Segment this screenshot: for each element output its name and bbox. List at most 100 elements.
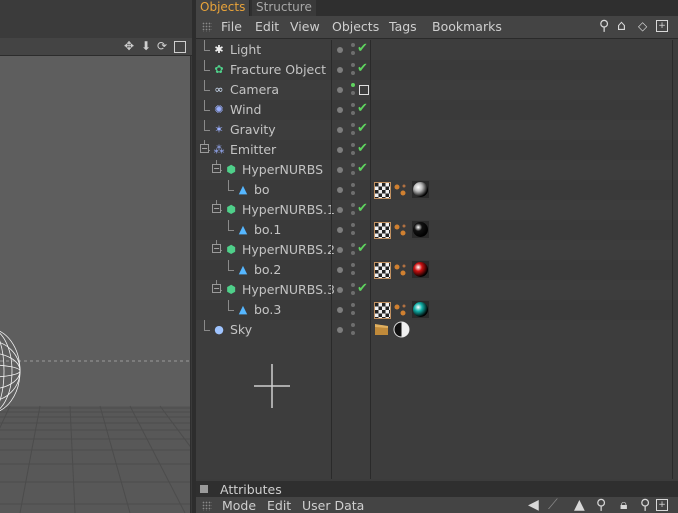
tree-row[interactable]: ∞ Camera bbox=[196, 80, 678, 100]
visibility-dot-icon[interactable] bbox=[351, 91, 355, 95]
layer-dot-icon[interactable] bbox=[337, 327, 343, 333]
object-name[interactable]: Sky bbox=[230, 322, 252, 337]
visibility-dot-icon[interactable] bbox=[351, 283, 355, 287]
new-window-icon[interactable]: + bbox=[656, 499, 668, 511]
search-icon[interactable]: ⚲ bbox=[599, 18, 609, 34]
visibility-dot-icon[interactable] bbox=[351, 223, 355, 227]
object-name[interactable]: bo.2 bbox=[254, 262, 281, 277]
enabled-check-icon[interactable]: ✔ bbox=[357, 41, 368, 56]
layer-dot-icon[interactable] bbox=[337, 307, 343, 313]
layer-dot-icon[interactable] bbox=[337, 227, 343, 233]
new-window-icon[interactable]: + bbox=[656, 20, 668, 32]
tree-row[interactable]: ✱ Light ✔ bbox=[196, 40, 678, 60]
visibility-dot-icon[interactable] bbox=[351, 323, 355, 327]
maximize-icon[interactable] bbox=[174, 41, 186, 53]
collapse-icon[interactable]: − bbox=[212, 204, 221, 213]
object-name[interactable]: Fracture Object bbox=[230, 62, 326, 77]
pin-icon[interactable]: ⚲ bbox=[640, 497, 650, 513]
visibility-dot-icon[interactable] bbox=[351, 43, 355, 47]
object-name[interactable]: HyperNURBS bbox=[242, 162, 323, 177]
material-tag-icon[interactable] bbox=[412, 301, 429, 318]
texture-tag-icon[interactable] bbox=[374, 262, 391, 279]
layer-dot-icon[interactable] bbox=[337, 247, 343, 253]
texture-tag-icon[interactable] bbox=[374, 302, 391, 319]
menu-edit[interactable]: Edit bbox=[255, 19, 279, 34]
layer-dot-icon[interactable] bbox=[337, 287, 343, 293]
object-name[interactable]: HyperNURBS.2 bbox=[242, 242, 335, 257]
up-arrow-icon[interactable]: ▲ bbox=[574, 497, 585, 513]
layer-dot-icon[interactable] bbox=[337, 167, 343, 173]
layer-dot-icon[interactable] bbox=[337, 127, 343, 133]
enabled-check-icon[interactable]: ✔ bbox=[357, 281, 368, 296]
visibility-dot-icon[interactable] bbox=[351, 203, 355, 207]
visibility-dot-icon[interactable] bbox=[351, 151, 355, 155]
tab-objects[interactable]: Objects bbox=[196, 0, 251, 16]
object-name[interactable]: bo bbox=[254, 182, 270, 197]
tree-row[interactable]: ● Sky bbox=[196, 320, 678, 340]
tree-row[interactable]: − ⬢ HyperNURBS.3 ✔ bbox=[196, 280, 678, 300]
enabled-check-icon[interactable]: ✔ bbox=[357, 161, 368, 176]
layer-dot-icon[interactable] bbox=[337, 267, 343, 273]
collapse-icon[interactable]: − bbox=[200, 144, 209, 153]
object-name[interactable]: Wind bbox=[230, 102, 261, 117]
enabled-check-icon[interactable]: ✔ bbox=[357, 201, 368, 216]
layer-dot-icon[interactable] bbox=[337, 67, 343, 73]
visibility-dot-icon[interactable] bbox=[351, 143, 355, 147]
visibility-dot-icon[interactable] bbox=[351, 163, 355, 167]
dynamics-tag-icon[interactable] bbox=[393, 262, 408, 277]
enabled-check-icon[interactable]: ✔ bbox=[357, 101, 368, 116]
tree-row[interactable]: − ⬢ HyperNURBS ✔ bbox=[196, 160, 678, 180]
attributes-panel-icon[interactable] bbox=[200, 485, 208, 493]
visibility-dot-icon[interactable] bbox=[351, 231, 355, 235]
search-icon[interactable]: ⚲ bbox=[596, 497, 606, 513]
menu-objects[interactable]: Objects bbox=[332, 19, 379, 34]
visibility-dot-icon[interactable] bbox=[351, 51, 355, 55]
layer-dot-icon[interactable] bbox=[337, 147, 343, 153]
object-name[interactable]: HyperNURBS.1 bbox=[242, 202, 335, 217]
enabled-check-icon[interactable]: ✔ bbox=[357, 241, 368, 256]
menu-edit[interactable]: Edit bbox=[267, 498, 291, 513]
texture-tag-icon[interactable] bbox=[374, 222, 391, 239]
enabled-check-icon[interactable]: ✔ bbox=[357, 141, 368, 156]
object-name[interactable]: bo.1 bbox=[254, 222, 281, 237]
menu-mode[interactable]: Mode bbox=[222, 498, 256, 513]
enabled-check-icon[interactable]: ✔ bbox=[357, 121, 368, 136]
move-icon[interactable]: ✥ bbox=[124, 39, 134, 53]
visibility-dot-icon[interactable] bbox=[351, 131, 355, 135]
tree-row[interactable]: ▲ bo bbox=[196, 180, 678, 200]
dynamics-tag-icon[interactable] bbox=[393, 302, 408, 317]
visibility-dot-icon[interactable] bbox=[351, 63, 355, 67]
eye-icon[interactable]: ◇ bbox=[638, 19, 647, 33]
visibility-dot-icon[interactable] bbox=[351, 171, 355, 175]
object-name[interactable]: bo.3 bbox=[254, 302, 281, 317]
tree-row[interactable]: − ⁂ Emitter ✔ bbox=[196, 140, 678, 160]
grip-icon[interactable] bbox=[202, 501, 212, 511]
texture-tag-icon[interactable] bbox=[374, 182, 391, 199]
object-name[interactable]: HyperNURBS.3 bbox=[242, 282, 335, 297]
material-tag-icon[interactable] bbox=[412, 261, 429, 278]
visibility-dot-icon[interactable] bbox=[351, 211, 355, 215]
visibility-dot-icon[interactable] bbox=[351, 291, 355, 295]
layer-dot-icon[interactable] bbox=[337, 207, 343, 213]
visibility-dot-icon[interactable] bbox=[351, 183, 355, 187]
material-tag-icon[interactable] bbox=[412, 221, 429, 238]
visibility-dot-icon[interactable] bbox=[351, 251, 355, 255]
object-name[interactable]: Camera bbox=[230, 82, 279, 97]
collapse-icon[interactable]: − bbox=[212, 284, 221, 293]
menu-view[interactable]: View bbox=[290, 19, 320, 34]
rotate-icon[interactable]: ⟳ bbox=[157, 39, 167, 53]
visibility-dot-icon[interactable] bbox=[351, 311, 355, 315]
menu-bookmarks[interactable]: Bookmarks bbox=[432, 19, 502, 34]
tree-row[interactable]: ▲ bo.1 bbox=[196, 220, 678, 240]
dynamics-tag-icon[interactable] bbox=[393, 182, 408, 197]
layer-dot-icon[interactable] bbox=[337, 87, 343, 93]
visibility-dot-icon[interactable] bbox=[351, 71, 355, 75]
object-name[interactable]: Gravity bbox=[230, 122, 276, 137]
layer-dot-icon[interactable] bbox=[337, 107, 343, 113]
enabled-check-icon[interactable]: ✔ bbox=[357, 61, 368, 76]
back-arrow-icon[interactable]: ◀ bbox=[528, 497, 539, 513]
object-name[interactable]: Emitter bbox=[230, 142, 276, 157]
material-tag-icon[interactable] bbox=[412, 181, 429, 198]
collapse-icon[interactable]: − bbox=[212, 244, 221, 253]
visibility-dot-icon[interactable] bbox=[351, 331, 355, 335]
